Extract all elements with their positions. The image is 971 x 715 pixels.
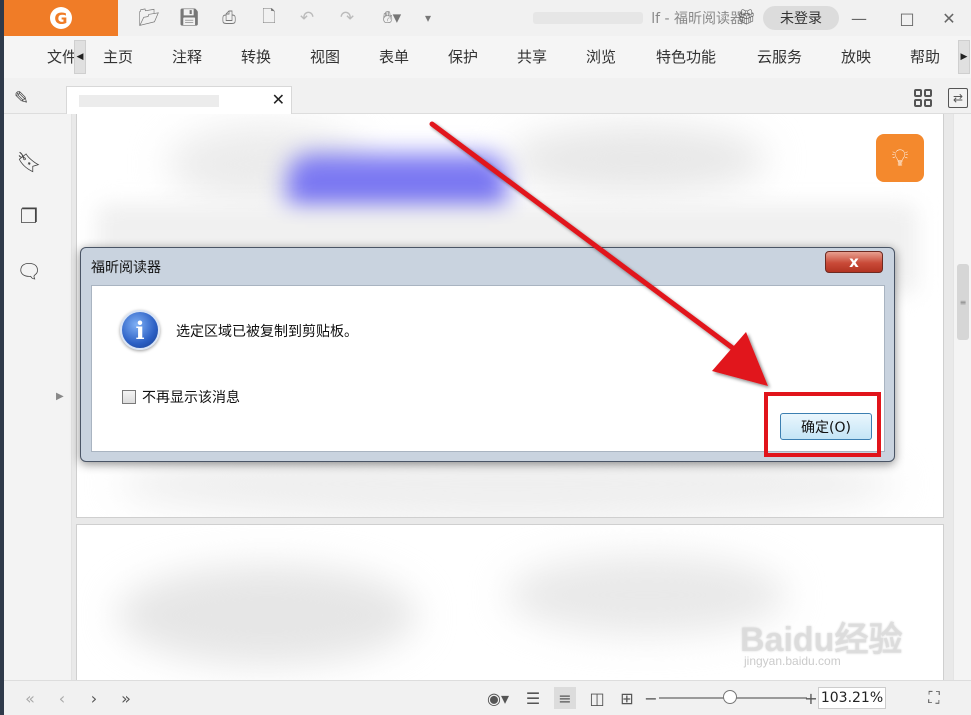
zoom-value[interactable]: 103.21% <box>818 687 886 709</box>
ok-button-highlight <box>764 392 881 457</box>
menu-convert[interactable]: 转换 <box>241 46 271 67</box>
bookmark-icon[interactable]: 🔖︎ <box>16 150 41 174</box>
app-logo-button[interactable]: G <box>4 0 118 36</box>
status-bar: « ‹ › » ◉▾ ☰ ≡ ◫ ⊞ − + 103.21% ⛶ <box>4 680 971 715</box>
blurred-tab-title <box>79 95 219 107</box>
menu-home[interactable]: 主页 <box>103 46 133 67</box>
scrollbar-thumb[interactable]: ≡ <box>957 264 969 340</box>
next-page-icon[interactable]: › <box>82 687 106 709</box>
undo-icon[interactable]: ↶ <box>294 6 320 30</box>
open-folder-icon[interactable]: 📂︎ <box>136 6 162 30</box>
menu-comment[interactable]: 注释 <box>172 46 202 67</box>
menu-slideshow[interactable]: 放映 <box>841 46 871 67</box>
minimize-icon[interactable]: — <box>844 6 874 30</box>
print-icon[interactable]: ⎙ <box>216 6 242 30</box>
new-file-icon[interactable]: 🗋︎ <box>256 6 282 30</box>
gift-icon[interactable]: 🎁︎ <box>737 8 756 26</box>
maximize-icon[interactable]: □ <box>892 6 922 30</box>
dialog-title: 福昕阅读器 <box>91 260 161 276</box>
pen-icon[interactable]: ✎ <box>14 88 29 109</box>
last-page-icon[interactable]: » <box>114 687 138 709</box>
swap-panel-icon[interactable]: ⇄ <box>948 88 968 108</box>
pages-icon[interactable]: ❐ <box>17 204 41 228</box>
save-icon[interactable]: 💾︎ <box>176 6 202 30</box>
customize-toolbar-icon[interactable]: ▾ <box>420 6 436 30</box>
dialog-message: 选定区域已被复制到剪贴板。 <box>176 324 358 340</box>
menu-help[interactable]: 帮助 <box>910 46 940 67</box>
dont-show-again-checkbox[interactable] <box>122 390 136 404</box>
login-button[interactable]: 未登录 <box>763 6 839 30</box>
menu-share[interactable]: 共享 <box>517 46 547 67</box>
menu-features[interactable]: 特色功能 <box>656 46 716 67</box>
redo-icon[interactable]: ↷ <box>334 6 360 30</box>
window-title-text: lf - 福昕阅读器 <box>651 11 744 27</box>
comments-icon[interactable]: 🗨︎ <box>16 259 41 283</box>
menu-view[interactable]: 视图 <box>310 46 340 67</box>
hand-tool-icon[interactable]: ✋︎▾ <box>374 6 410 30</box>
continuous-facing-icon[interactable]: ⊞ <box>616 687 638 709</box>
menu-browse[interactable]: 浏览 <box>586 46 616 67</box>
continuous-page-icon[interactable]: ≡ <box>554 687 576 709</box>
menu-form[interactable]: 表单 <box>379 46 409 67</box>
previous-page-icon[interactable]: ‹ <box>50 687 74 709</box>
dialog-close-button[interactable]: x <box>825 251 883 273</box>
foxit-logo-icon: G <box>50 7 72 29</box>
menu-scroll-left-icon[interactable]: ◀ <box>74 40 86 74</box>
reading-mode-icon[interactable]: ◉▾ <box>480 687 516 709</box>
menu-scroll-right-icon[interactable]: ▶ <box>958 40 970 74</box>
lightbulb-icon[interactable]: 💡︎ <box>876 134 924 182</box>
zoom-slider-thumb[interactable] <box>723 690 738 704</box>
title-bar: G 📂︎ 💾︎ ⎙ 🗋︎ ↶ ↷ ✋︎▾ ▾ lf - 福昕阅读器 🎁︎ 未登录… <box>4 0 971 36</box>
first-page-icon[interactable]: « <box>18 687 42 709</box>
blurred-content <box>507 555 787 635</box>
blurred-filename <box>533 12 644 24</box>
close-tab-icon[interactable]: ✕ <box>272 90 285 109</box>
document-page <box>76 524 944 680</box>
dont-show-again-label: 不再显示该消息 <box>142 390 240 406</box>
blurred-content <box>507 124 767 194</box>
ribbon-menu-bar: 文件 ◀ 主页 注释 转换 视图 表单 保护 共享 浏览 特色功能 云服务 放映… <box>4 36 971 78</box>
close-window-icon[interactable]: ✕ <box>934 6 964 30</box>
blurred-content <box>117 565 417 665</box>
document-tab[interactable]: ✕ <box>66 86 292 114</box>
zoom-out-icon[interactable]: − <box>644 687 658 709</box>
window-title: lf - 福昕阅读器 <box>464 8 744 28</box>
navigation-panel: 🔖︎ ❐ 🗨︎ ▶ <box>4 114 72 680</box>
menu-cloud[interactable]: 云服务 <box>757 46 802 67</box>
expand-panel-icon[interactable]: ▶ <box>56 391 64 402</box>
dont-show-again-option[interactable]: 不再显示该消息 <box>122 387 240 407</box>
menu-protect[interactable]: 保护 <box>448 46 478 67</box>
document-tab-strip: ✎ ✕ ⇄ <box>4 78 971 114</box>
grid-view-icon[interactable] <box>914 89 932 107</box>
info-icon: i <box>120 310 160 350</box>
zoom-in-icon[interactable]: + <box>804 687 818 709</box>
facing-page-icon[interactable]: ◫ <box>586 687 608 709</box>
single-page-icon[interactable]: ☰ <box>522 687 544 709</box>
menu-file[interactable]: 文件 <box>47 46 75 67</box>
fullscreen-icon[interactable]: ⛶ <box>922 687 946 709</box>
vertical-scrollbar[interactable]: ≡ <box>953 114 971 680</box>
